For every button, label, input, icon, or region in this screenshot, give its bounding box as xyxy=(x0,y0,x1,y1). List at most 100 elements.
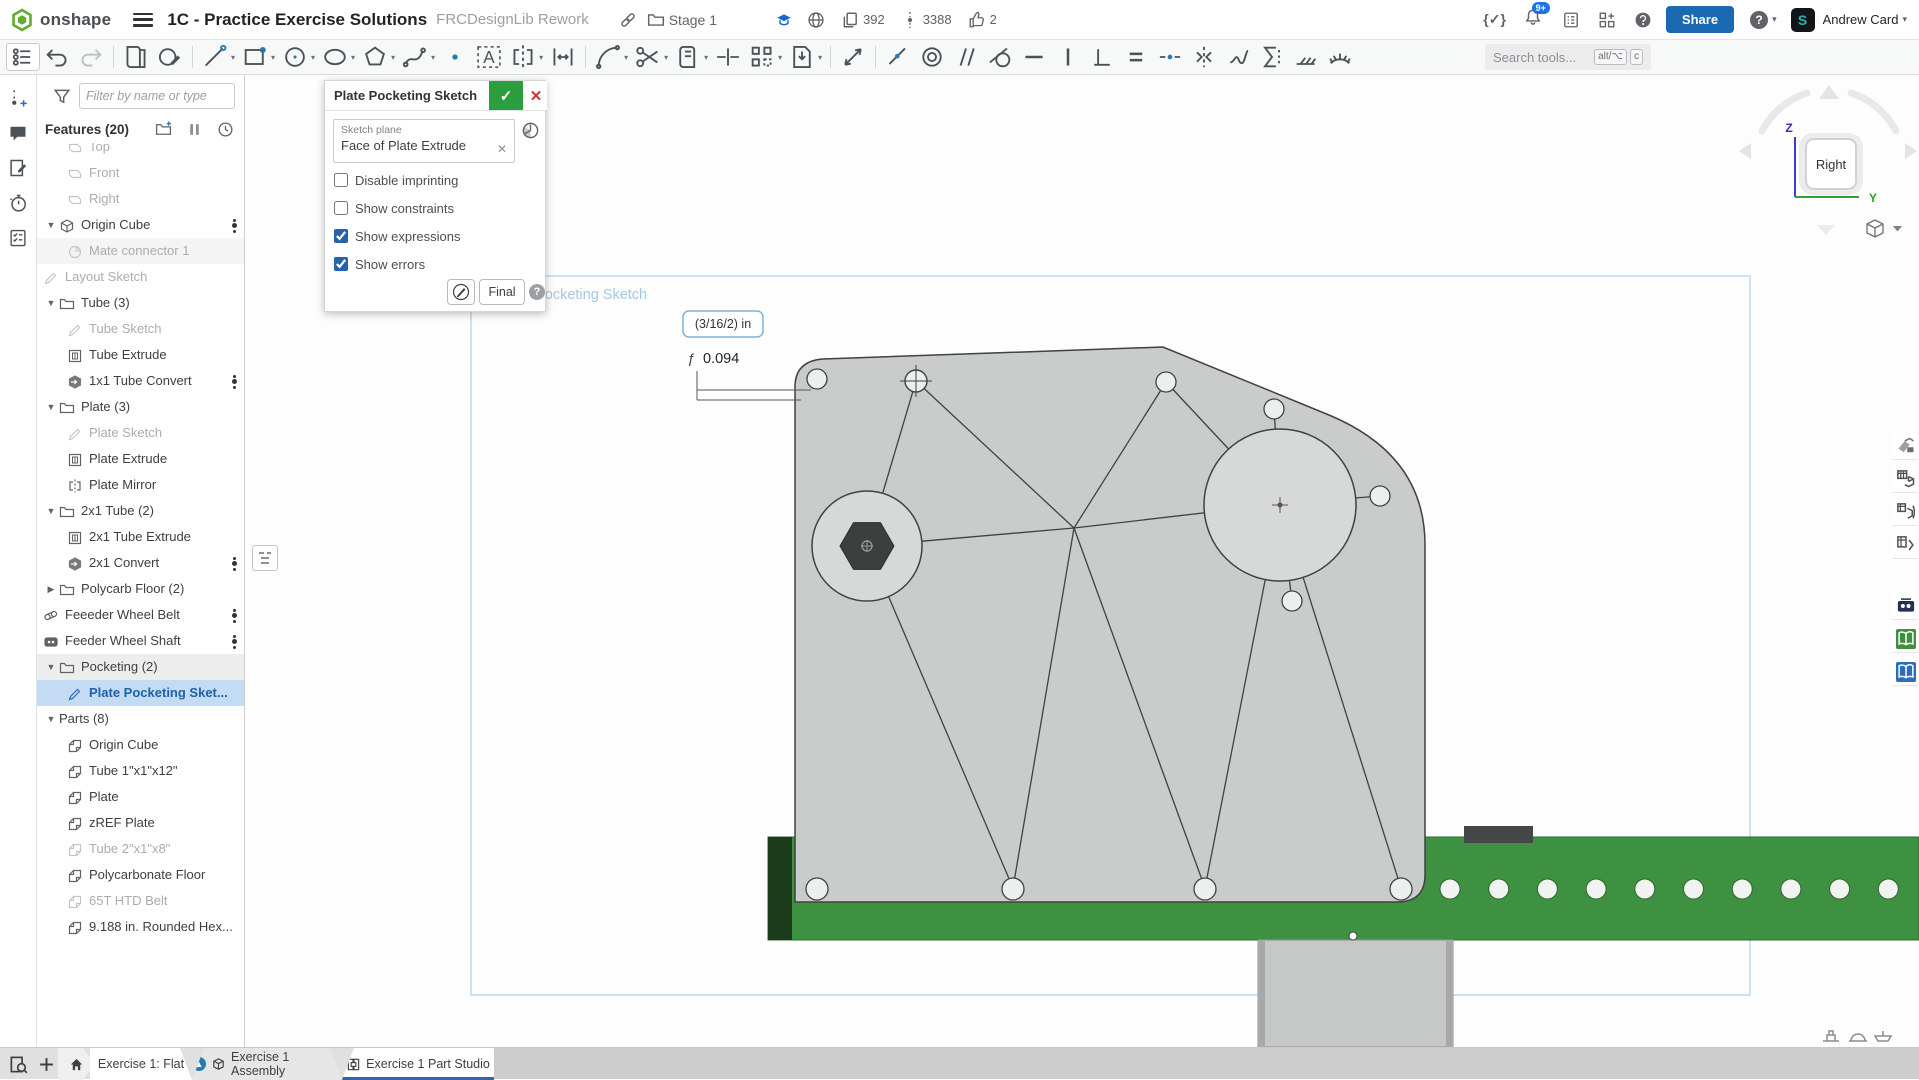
checkbox[interactable] xyxy=(334,201,348,215)
feature-tree-row[interactable]: 2x1 Convert xyxy=(37,550,244,576)
feature-tree-row[interactable]: Plate Mirror xyxy=(37,472,244,498)
tab-exercise-1-flat[interactable]: Exercise 1: Flat xyxy=(90,1048,192,1080)
rollback-clock-icon[interactable] xyxy=(217,121,234,138)
chevron-down-icon[interactable]: ▾ xyxy=(818,53,822,62)
redo-tool-icon[interactable] xyxy=(74,43,108,71)
chevron-down-icon[interactable]: ▾ xyxy=(778,53,782,62)
checkbox[interactable] xyxy=(334,229,348,243)
feature-tree-row[interactable]: Front xyxy=(37,160,244,186)
feature-tree-row[interactable]: Plate xyxy=(37,784,244,810)
feature-tree-row[interactable]: 65T HTD Belt xyxy=(37,888,244,914)
feature-tree-row[interactable]: Tube Sketch xyxy=(37,316,244,342)
chevron-down-icon[interactable]: ▼ xyxy=(43,212,59,238)
feature-tree-row[interactable]: ▼Origin Cube xyxy=(37,212,244,238)
perpendicular-tool-icon[interactable] xyxy=(1085,43,1119,71)
chevron-down-icon[interactable]: ▾ xyxy=(391,53,395,62)
ai-assistant-icon[interactable] xyxy=(1634,11,1652,29)
feature-tree-row[interactable]: Tube Extrude xyxy=(37,342,244,368)
feature-tree-row[interactable]: ▼2x1 Tube (2) xyxy=(37,498,244,524)
public-globe-icon[interactable] xyxy=(807,11,825,29)
rotate-right-arrow-icon[interactable] xyxy=(1905,143,1917,159)
dimension-value[interactable]: 0.094 xyxy=(703,351,739,367)
comments-panel-icon[interactable] xyxy=(8,123,28,143)
breadcrumb[interactable]: Stage 1 xyxy=(669,12,717,28)
tube-hole[interactable] xyxy=(1830,879,1850,899)
appearance-panel-icon[interactable] xyxy=(1893,433,1918,460)
view-cube-face-label[interactable]: Right xyxy=(1816,157,1847,172)
chevron-down-icon[interactable]: ▾ xyxy=(624,53,628,62)
feature-tree-row[interactable]: ▼Pocketing (2) xyxy=(37,654,244,680)
share-button[interactable]: Share xyxy=(1666,6,1734,33)
apps-icon[interactable] xyxy=(1598,11,1616,29)
chevron-down-icon[interactable]: ▾ xyxy=(664,53,668,62)
configurations-icon[interactable] xyxy=(1893,499,1918,526)
plate-body[interactable] xyxy=(795,347,1425,902)
drag-handle-icon[interactable] xyxy=(232,217,236,234)
tab-home[interactable] xyxy=(58,1048,94,1080)
midpoint-tool-icon[interactable] xyxy=(1153,43,1187,71)
chevron-down-icon[interactable]: ▼ xyxy=(43,498,59,524)
final-button[interactable]: Final xyxy=(479,279,525,305)
feature-tree-row[interactable]: Polycarbonate Floor xyxy=(37,862,244,888)
measure-tool-icon[interactable] xyxy=(836,43,870,71)
feature-tree-row[interactable]: 9.188 in. Rounded Hex... xyxy=(37,914,244,940)
sketch-plane-field[interactable]: Sketch plane Face of Plate Extrude ✕ xyxy=(333,119,515,163)
hamburger-menu-icon[interactable] xyxy=(133,13,153,27)
support-post[interactable] xyxy=(1258,940,1453,1047)
rotate-cw-arrow-icon[interactable] xyxy=(1851,93,1896,131)
feature-tree-row[interactable]: Feeeder Wheel Belt xyxy=(37,602,244,628)
checklist-panel-icon[interactable] xyxy=(8,228,28,248)
sketch-text-tool-icon[interactable]: A xyxy=(472,43,506,71)
feature-tree-row[interactable]: ▼Parts (8) xyxy=(37,706,244,732)
drag-handle-icon[interactable] xyxy=(232,633,236,650)
rotate-up-arrow-icon[interactable] xyxy=(1819,85,1839,99)
bom-table-icon[interactable] xyxy=(1893,466,1918,493)
feature-tree-row[interactable]: ▼Plate (3) xyxy=(37,394,244,420)
use-project-tool-icon[interactable]: ▾ xyxy=(671,43,711,71)
equal-tool-icon[interactable] xyxy=(1119,43,1153,71)
green-library-icon[interactable] xyxy=(1893,626,1918,653)
like-icon[interactable] xyxy=(968,11,986,29)
feature-tree-row[interactable]: 2x1 Tube Extrude xyxy=(37,524,244,550)
chevron-down-icon[interactable]: ▼ xyxy=(43,394,59,420)
tube-hole[interactable] xyxy=(1440,879,1460,899)
import-dxf-tool-icon[interactable]: ▾ xyxy=(785,43,825,71)
symmetric-tool-icon[interactable] xyxy=(1187,43,1221,71)
linear-pattern-tool-icon[interactable]: ▾ xyxy=(745,43,785,71)
custom-feature-icon[interactable] xyxy=(1893,593,1918,620)
copies-icon[interactable] xyxy=(841,11,859,29)
drag-handle-icon[interactable] xyxy=(232,607,236,624)
coincident-tool-icon[interactable] xyxy=(881,43,915,71)
feature-tree-row[interactable]: Tube 2"x1"x8" xyxy=(37,836,244,862)
tube-hole[interactable] xyxy=(1781,879,1801,899)
chevron-down-icon[interactable]: ▼ xyxy=(43,654,59,680)
checkbox[interactable] xyxy=(334,173,348,187)
canvas-corner-tools[interactable] xyxy=(1823,1031,1891,1041)
line-tool-icon[interactable]: ▾ xyxy=(198,43,238,71)
normal-curve-tool-icon[interactable] xyxy=(1221,43,1255,71)
chevron-down-icon[interactable]: ▾ xyxy=(231,53,235,62)
chevron-down-icon[interactable]: ▼ xyxy=(43,706,59,732)
cancel-button[interactable]: ✕ xyxy=(525,81,547,110)
derived-tool-icon[interactable] xyxy=(153,43,187,71)
trim-tool-icon[interactable]: ▾ xyxy=(631,43,671,71)
view-cube[interactable]: Right Z Y xyxy=(1739,85,1917,235)
help-button[interactable]: ? xyxy=(1750,11,1768,29)
feature-tree-row[interactable]: Mate connector 1 xyxy=(37,238,244,264)
feature-tree-row[interactable]: Plate Sketch xyxy=(37,420,244,446)
user-menu-caret-icon[interactable]: ▾ xyxy=(1902,14,1907,25)
featurescript-check-icon[interactable]: {✓} xyxy=(1483,11,1506,28)
concentric-tool-icon[interactable] xyxy=(915,43,949,71)
drag-handle-icon[interactable] xyxy=(232,555,236,572)
sync-tool-icon[interactable] xyxy=(1255,43,1289,71)
accept-button[interactable]: ✓ xyxy=(489,81,523,110)
dimension-callout[interactable]: (3/16/2) in ƒ 0.094 xyxy=(683,311,811,400)
link-icon[interactable] xyxy=(619,11,637,29)
vertical-tool-icon[interactable] xyxy=(1051,43,1085,71)
feature-tree-row[interactable]: Right xyxy=(37,186,244,212)
horizontal-tool-icon[interactable] xyxy=(1017,43,1051,71)
notes-panel-icon[interactable] xyxy=(8,158,28,178)
center-point-circle-tool-icon[interactable]: ▾ xyxy=(278,43,318,71)
tab-exercise-1-assembly[interactable]: ▲ Exercise 1 Assembly xyxy=(192,1048,342,1080)
feature-tree-row[interactable]: 1x1 Tube Convert xyxy=(37,368,244,394)
